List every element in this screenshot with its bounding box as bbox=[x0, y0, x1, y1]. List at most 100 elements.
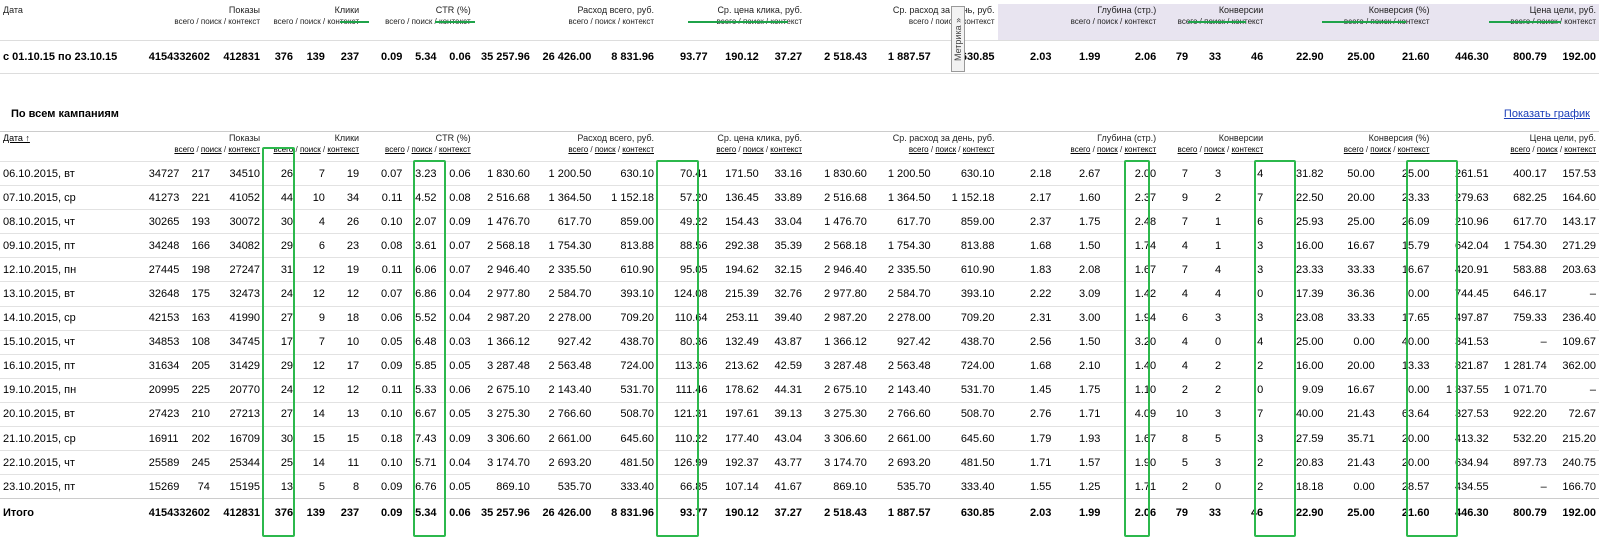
cell-value: 1 366.12 bbox=[473, 329, 533, 355]
group-title: Глубина (стр.) bbox=[1097, 5, 1157, 15]
group-sublinks: всего / поиск / контекст bbox=[568, 145, 654, 154]
sort-link-0[interactable]: всего bbox=[1178, 145, 1198, 154]
cell-value: 0.00 bbox=[1326, 329, 1378, 355]
summary-value: 22.90 bbox=[1266, 39, 1327, 74]
sort-link-2[interactable]: контекст bbox=[327, 145, 359, 154]
cell-value: 34 bbox=[327, 185, 363, 210]
sort-link-1[interactable]: поиск bbox=[300, 145, 321, 154]
sort-link-1[interactable]: поиск bbox=[935, 145, 956, 154]
cell-value: 12 bbox=[327, 377, 363, 403]
cell-value: 724.00 bbox=[594, 353, 657, 379]
row-date: 14.10.2015, ср bbox=[0, 305, 146, 331]
sort-link-0[interactable]: всего bbox=[174, 145, 194, 154]
sort-link-2[interactable]: контекст bbox=[963, 145, 995, 154]
sort-link-2[interactable]: контекст bbox=[770, 145, 802, 154]
cell-value: 3 bbox=[1191, 160, 1225, 186]
sort-link-0[interactable]: всего bbox=[568, 145, 588, 154]
sort-link-2[interactable]: контекст bbox=[1124, 145, 1156, 154]
cell-value: 43.77 bbox=[761, 450, 806, 475]
sort-link-2[interactable]: контекст bbox=[1231, 145, 1263, 154]
cell-value: 3 287.48 bbox=[473, 353, 533, 379]
cell-value: 36.36 bbox=[1326, 281, 1378, 307]
cell-value: 1.68 bbox=[997, 233, 1055, 258]
cell-value: 2 516.68 bbox=[805, 185, 870, 210]
summary-value: 26 426.00 bbox=[532, 39, 595, 74]
cell-value: 43.04 bbox=[761, 426, 806, 451]
metrika-toggle[interactable]: Метрика » bbox=[951, 6, 965, 72]
sort-link-1[interactable]: поиск bbox=[743, 145, 764, 154]
cell-value: 0.09 bbox=[362, 353, 406, 379]
cell-value: 859.00 bbox=[594, 209, 657, 234]
cell-value: 0.11 bbox=[362, 257, 406, 282]
cell-value: 12 bbox=[327, 281, 363, 307]
cell-value: 2 766.60 bbox=[869, 401, 934, 427]
sort-link-0[interactable]: всего bbox=[909, 145, 929, 154]
cell-value: 438.70 bbox=[594, 329, 657, 355]
cell-value: 30265 bbox=[145, 209, 179, 234]
cell-value: 4 bbox=[1159, 281, 1192, 307]
cell-value: 30072 bbox=[212, 209, 264, 234]
column-group-header: Цена цели, руб. всего / поиск / контекст bbox=[1432, 132, 1599, 162]
cell-value: 1 bbox=[1191, 209, 1225, 234]
cell-value: 109.67 bbox=[1549, 329, 1599, 355]
cell-value: 15 bbox=[296, 426, 328, 451]
sort-link-1[interactable]: поиск bbox=[1204, 145, 1225, 154]
sort-link-2[interactable]: контекст bbox=[228, 145, 260, 154]
total-value: 2.03 bbox=[997, 498, 1055, 528]
cell-value: 6 bbox=[1159, 305, 1192, 331]
cell-value: 27213 bbox=[212, 401, 264, 427]
total-value: 37.27 bbox=[761, 498, 806, 528]
sort-link-2[interactable]: контекст bbox=[622, 145, 654, 154]
cell-value: 0.07 bbox=[362, 160, 406, 186]
column-group-header: Глубина (стр.) всего / поиск / контекст bbox=[997, 132, 1159, 162]
sort-link-1[interactable]: поиск bbox=[595, 145, 616, 154]
avg-click-underline bbox=[688, 21, 788, 23]
cell-value: 813.88 bbox=[933, 233, 998, 258]
sort-link-0[interactable]: всего bbox=[1071, 145, 1091, 154]
sort-link-1[interactable]: поиск bbox=[1370, 145, 1391, 154]
sort-link-0[interactable]: всего bbox=[385, 145, 405, 154]
table-row: 20.10.2015, вт 27423 210 27213 27 14 13 0.10 6.6… bbox=[0, 401, 1599, 427]
total-value: 800.79 bbox=[1491, 498, 1550, 528]
cell-value: 617.70 bbox=[1491, 209, 1550, 234]
cell-value: 21.43 bbox=[1326, 450, 1378, 475]
cell-value: 2 bbox=[1159, 377, 1192, 403]
cell-value: 12 bbox=[296, 353, 328, 379]
sort-link-2[interactable]: контекст bbox=[1564, 145, 1596, 154]
cell-value: 1 071.70 bbox=[1491, 377, 1550, 403]
cell-value: 1.50 bbox=[1054, 329, 1104, 355]
total-value: 33 bbox=[1191, 498, 1225, 528]
date-sort-link[interactable]: Дата ↑ bbox=[3, 133, 30, 143]
show-graph-link[interactable]: Показать график bbox=[1504, 108, 1590, 120]
cell-value: – bbox=[1549, 281, 1599, 307]
cell-value: 2 335.50 bbox=[869, 257, 934, 282]
group-title: CTR (%) bbox=[435, 133, 471, 143]
cell-value: 1 830.60 bbox=[805, 160, 870, 186]
sort-link-1[interactable]: поиск bbox=[201, 145, 222, 154]
date-sort-header[interactable]: Дата ↑ bbox=[0, 132, 146, 162]
cell-value: 0.07 bbox=[362, 281, 406, 307]
cell-value: 27247 bbox=[212, 257, 264, 282]
cell-value: 1.25 bbox=[1054, 474, 1104, 499]
cell-value: 2 946.40 bbox=[805, 257, 870, 282]
sort-link-0[interactable]: всего bbox=[1344, 145, 1364, 154]
cell-value: 7 bbox=[296, 329, 328, 355]
sort-link-2[interactable]: контекст bbox=[1398, 145, 1430, 154]
summary-value: 5.34 bbox=[405, 39, 440, 74]
cell-value: 44.31 bbox=[761, 377, 806, 403]
summary-value: 93.77 bbox=[657, 39, 711, 74]
cell-value: 8 bbox=[1159, 426, 1192, 451]
cell-value: 1.68 bbox=[997, 353, 1055, 379]
sort-link-1[interactable]: поиск bbox=[1537, 145, 1558, 154]
sort-link-1[interactable]: поиск bbox=[412, 145, 433, 154]
group-title: Расход всего, руб. bbox=[577, 133, 654, 143]
table-row: 07.10.2015, ср 41273 221 41052 44 10 34 0.11 4.5… bbox=[0, 185, 1599, 210]
cell-value: 1 152.18 bbox=[594, 185, 657, 210]
sort-link-1[interactable]: поиск bbox=[1097, 145, 1118, 154]
cell-value: 4 bbox=[1191, 281, 1225, 307]
sort-link-2[interactable]: контекст bbox=[439, 145, 471, 154]
summary-value: 1 887.57 bbox=[870, 39, 934, 74]
sort-link-0[interactable]: всего bbox=[716, 145, 736, 154]
cell-value: 41052 bbox=[212, 185, 264, 210]
sort-link-0[interactable]: всего bbox=[1510, 145, 1530, 154]
